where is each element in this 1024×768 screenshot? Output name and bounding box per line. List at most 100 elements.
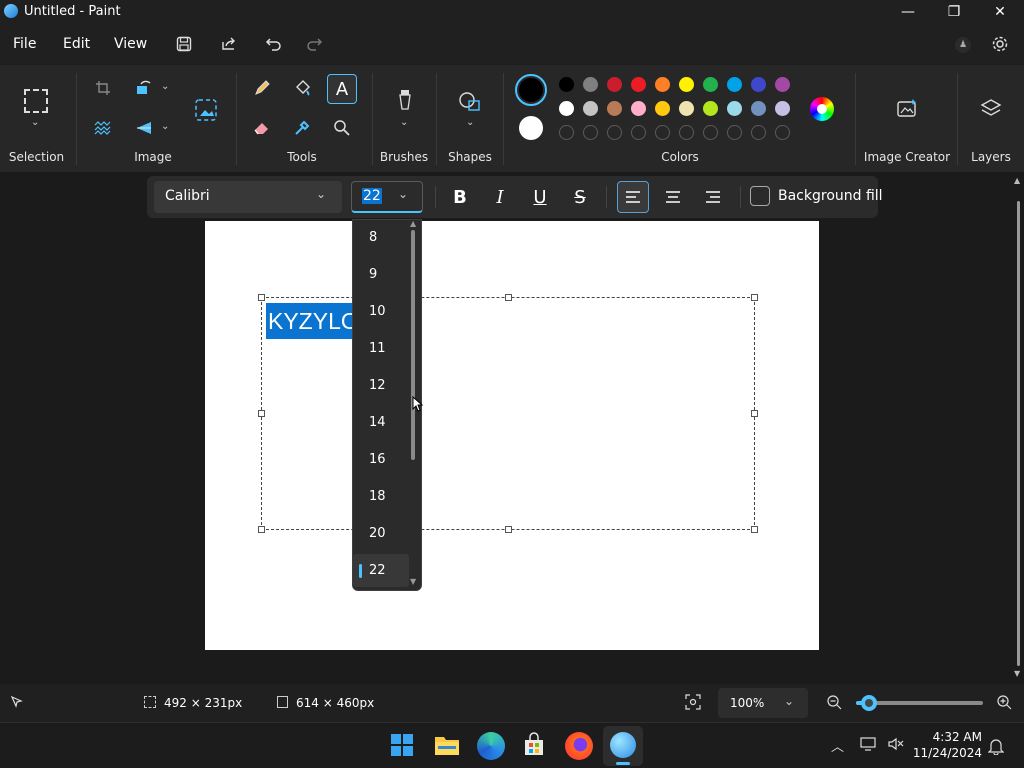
firefox-browser-icon[interactable] [565,732,593,760]
scroll-up-arrow-icon[interactable]: ▲ [1014,176,1020,185]
underline-button[interactable]: U [524,183,556,211]
menu-file[interactable]: File [13,36,36,52]
color-swatch[interactable] [751,77,766,92]
font-family-dropdown[interactable]: Calibri ⌄ [154,181,342,213]
image-creator-icon[interactable] [893,95,921,121]
background-fill-checkbox[interactable] [750,186,770,206]
resize-handle[interactable] [258,526,265,533]
color-swatch[interactable] [607,77,622,92]
volume-muted-icon[interactable] [887,736,905,756]
align-left-button[interactable] [617,181,649,213]
clock-date[interactable]: 11/24/2024 [908,746,982,760]
color-swatch[interactable] [751,101,766,116]
align-right-button[interactable] [697,181,729,213]
layers-icon[interactable] [977,95,1005,121]
minimize-button[interactable]: — [885,0,931,24]
color-swatch[interactable] [775,77,790,92]
close-button[interactable]: ✕ [977,0,1023,24]
zoom-slider-thumb[interactable] [860,695,877,711]
color-swatch[interactable] [679,101,694,116]
image-adjust-icon[interactable] [89,115,117,141]
font-size-option[interactable]: 16 [353,443,409,476]
fill-bucket-icon[interactable] [288,75,316,101]
canvas-vertical-scrollbar[interactable]: ▲ ▼ [1014,176,1022,682]
font-size-option[interactable]: 10 [353,295,409,328]
menu-edit[interactable]: Edit [63,36,90,52]
font-size-list-scrollbar[interactable] [411,230,415,460]
resize-handle[interactable] [505,294,512,301]
redo-icon[interactable] [300,32,328,56]
font-size-option[interactable]: 22 [353,554,409,587]
custom-color-slot[interactable] [727,125,742,140]
scroll-down-arrow-icon[interactable]: ▼ [410,577,416,586]
resize-handle[interactable] [258,294,265,301]
resize-handle[interactable] [751,294,758,301]
resize-handle[interactable] [258,410,265,417]
clock-time[interactable]: 4:32 AM [918,730,982,744]
font-size-option[interactable]: 12 [353,369,409,402]
show-hidden-icons-chevron-up-icon[interactable]: ︿ [831,736,844,755]
custom-color-slot[interactable] [655,125,670,140]
eraser-icon[interactable] [248,115,276,141]
color-swatch[interactable] [703,101,718,116]
color-swatch[interactable] [583,77,598,92]
font-size-option[interactable]: 8 [353,221,409,254]
custom-color-slot[interactable] [751,125,766,140]
maximize-button[interactable]: ❐ [931,0,977,24]
custom-color-slot[interactable] [703,125,718,140]
color-swatch[interactable] [559,101,574,116]
menu-view[interactable]: View [114,36,147,52]
start-windows-icon[interactable] [389,732,417,760]
share-icon[interactable] [215,32,243,56]
custom-color-slot[interactable] [583,125,598,140]
image-background-icon[interactable] [191,95,221,125]
color-swatch[interactable] [703,77,718,92]
shapes-icon[interactable] [456,89,484,115]
font-size-option[interactable]: 11 [353,332,409,365]
zoom-slider[interactable] [856,695,983,711]
color-swatch[interactable] [727,77,742,92]
brush-icon[interactable] [391,87,419,113]
color-picker-icon[interactable] [288,115,316,141]
color-swatch[interactable] [583,101,598,116]
magnifier-icon[interactable] [328,115,356,141]
resize-handle[interactable] [751,410,758,417]
color-swatch[interactable] [655,77,670,92]
flip-chevron-down-icon[interactable]: ⌄ [161,121,169,132]
color-swatch[interactable] [631,77,646,92]
zoom-level-dropdown[interactable]: 100% ⌄ [718,688,808,718]
microsoft-store-icon[interactable] [521,732,549,760]
color-swatch[interactable] [679,77,694,92]
settings-gear-icon[interactable] [986,32,1014,56]
italic-button[interactable]: I [484,183,516,211]
custom-color-slot[interactable] [631,125,646,140]
brushes-chevron-down-icon[interactable]: ⌄ [400,117,408,128]
pencil-icon[interactable] [248,75,276,101]
selection-rectangle-icon[interactable] [24,89,48,113]
font-size-option[interactable]: 18 [353,480,409,513]
scrollbar-thumb[interactable] [1017,201,1020,666]
font-size-option[interactable]: 20 [353,517,409,550]
font-size-option[interactable]: 14 [353,406,409,439]
zoom-out-icon[interactable] [826,694,842,713]
rotate-chevron-down-icon[interactable]: ⌄ [161,81,169,92]
account-icon[interactable]: ♟ [955,37,971,53]
font-size-value[interactable]: 22 [362,188,382,204]
custom-color-slot[interactable] [775,125,790,140]
color-swatch[interactable] [631,101,646,116]
resize-handle[interactable] [505,526,512,533]
file-explorer-icon[interactable] [433,732,461,760]
undo-icon[interactable] [260,32,288,56]
text-tool-icon[interactable]: A [327,74,357,104]
color-swatch[interactable] [559,77,574,92]
font-size-dropdown[interactable]: 22 ⌄ [351,181,423,213]
flip-icon[interactable] [130,115,158,141]
fit-to-window-icon[interactable] [685,694,701,713]
color-swatch[interactable] [727,101,742,116]
scroll-up-arrow-icon[interactable]: ▲ [410,219,416,228]
primary-color-selector[interactable] [515,74,547,106]
shapes-chevron-down-icon[interactable]: ⌄ [466,117,474,128]
secondary-color-swatch[interactable] [519,116,543,140]
display-icon[interactable] [860,736,878,756]
custom-color-slot[interactable] [679,125,694,140]
